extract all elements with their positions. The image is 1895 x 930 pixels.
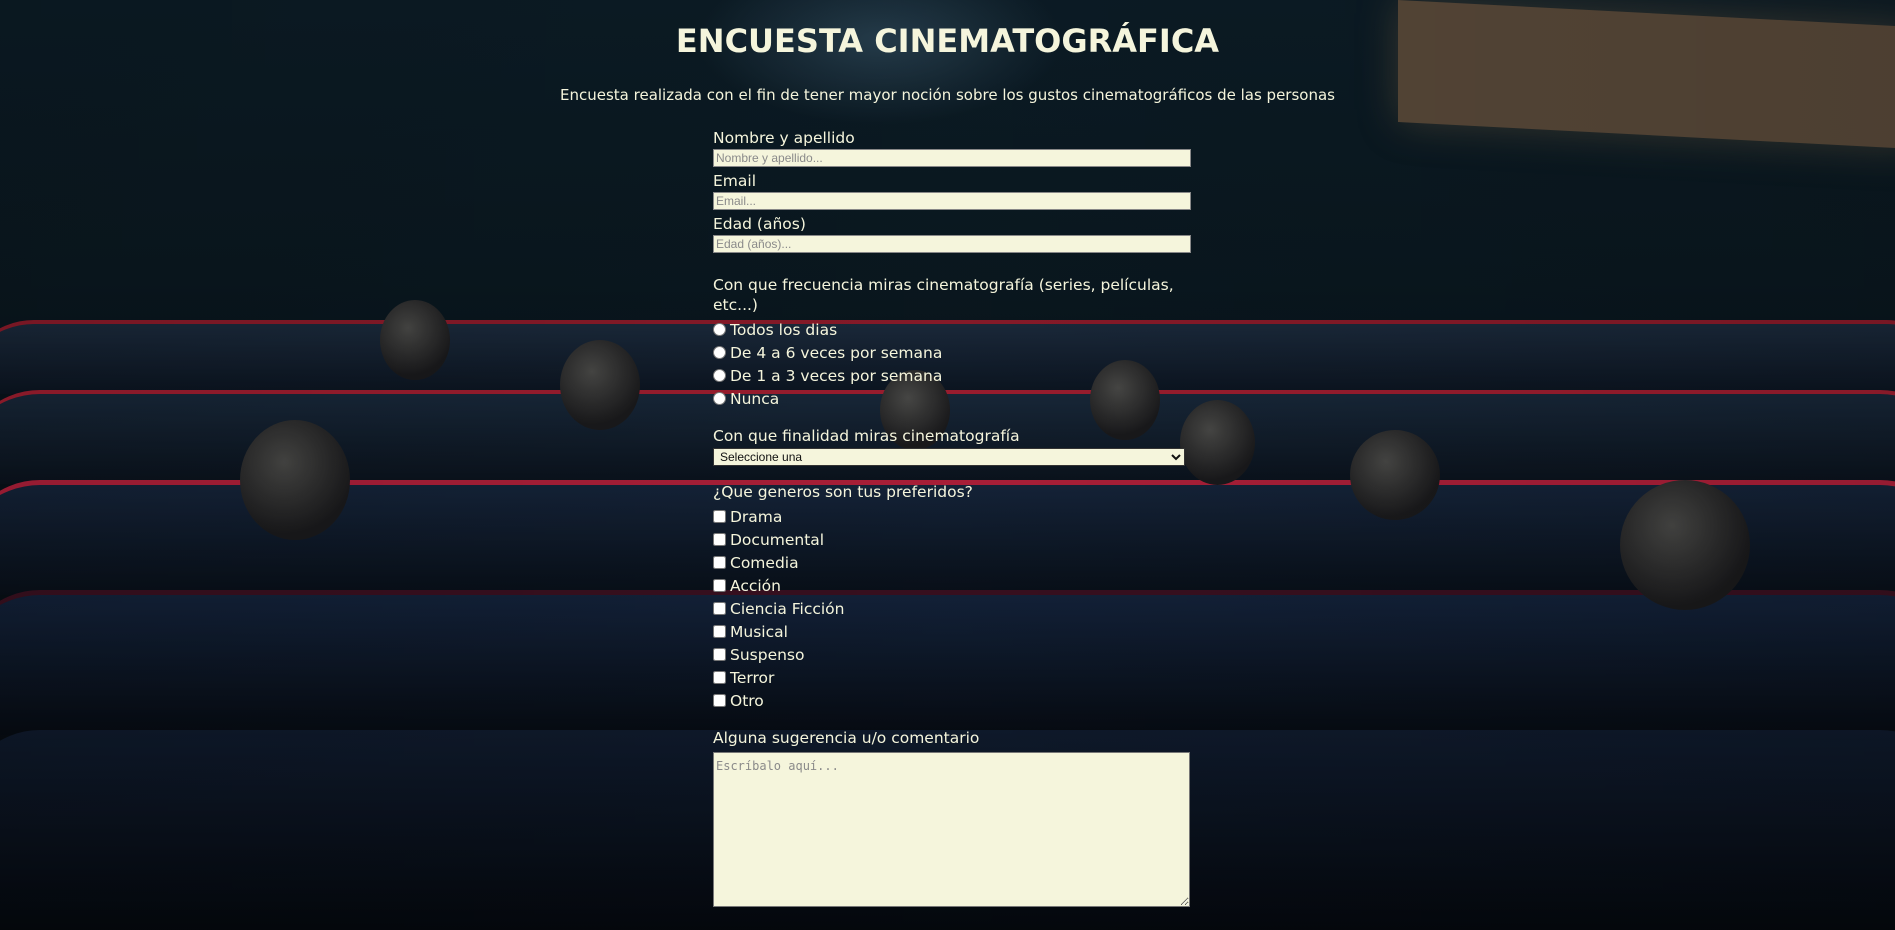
genre-checkbox[interactable] <box>713 671 726 684</box>
frequency-radio[interactable] <box>713 369 726 382</box>
genre-option-label: Terror <box>730 668 775 687</box>
genre-option[interactable]: Drama <box>713 505 1193 528</box>
comments-textarea[interactable] <box>713 752 1190 907</box>
frequency-option[interactable]: De 1 a 3 veces por semana <box>713 364 1193 387</box>
genre-checkbox[interactable] <box>713 556 726 569</box>
genre-checkbox[interactable] <box>713 510 726 523</box>
genre-option[interactable]: Comedia <box>713 551 1193 574</box>
genre-option-label: Documental <box>730 530 825 549</box>
frequency-option-label: Nunca <box>730 389 780 408</box>
genre-option[interactable]: Suspenso <box>713 643 1193 666</box>
genre-option-label: Otro <box>730 691 764 710</box>
genre-checkbox[interactable] <box>713 625 726 638</box>
frequency-option[interactable]: De 4 a 6 veces por semana <box>713 341 1193 364</box>
name-input[interactable] <box>713 149 1191 167</box>
frequency-option-label: Todos los dias <box>730 320 838 339</box>
frequency-option[interactable]: Todos los dias <box>713 318 1193 341</box>
genre-option-label: Drama <box>730 507 783 526</box>
email-label: Email <box>713 172 757 190</box>
genres-question: ¿Que generos son tus preferidos? <box>713 483 973 501</box>
name-label: Nombre y apellido <box>713 129 855 147</box>
genre-option[interactable]: Terror <box>713 666 1193 689</box>
purpose-select[interactable]: Seleccione una <box>713 448 1185 466</box>
genre-option[interactable]: Otro <box>713 689 1193 712</box>
genre-option[interactable]: Documental <box>713 528 1193 551</box>
genre-checkbox[interactable] <box>713 579 726 592</box>
frequency-question: Con que frecuencia miras cinematografía … <box>713 276 1174 314</box>
email-input[interactable] <box>713 192 1191 210</box>
genre-checkbox[interactable] <box>713 648 726 661</box>
age-input[interactable] <box>713 235 1191 253</box>
genre-option-label: Comedia <box>730 553 799 572</box>
genre-option[interactable]: Acción <box>713 574 1193 597</box>
frequency-radio[interactable] <box>713 346 726 359</box>
comments-label: Alguna sugerencia u/o comentario <box>713 729 980 747</box>
survey-form: Nombre y apellido Email Edad (años) Con … <box>713 128 1193 907</box>
purpose-question: Con que finalidad miras cinematografía <box>713 427 1020 445</box>
frequency-option-label: De 4 a 6 veces por semana <box>730 343 943 362</box>
genre-checkbox[interactable] <box>713 694 726 707</box>
genre-option-label: Musical <box>730 622 788 641</box>
frequency-option[interactable]: Nunca <box>713 387 1193 410</box>
page-description: Encuesta realizada con el fin de tener m… <box>560 86 1335 104</box>
genre-option[interactable]: Ciencia Ficción <box>713 597 1193 620</box>
age-label: Edad (años) <box>713 215 806 233</box>
frequency-radio[interactable] <box>713 392 726 405</box>
page-title: ENCUESTA CINEMATOGRÁFICA <box>675 22 1220 60</box>
frequency-option-label: De 1 a 3 veces por semana <box>730 366 943 385</box>
genre-option-label: Suspenso <box>730 645 805 664</box>
genre-checkbox[interactable] <box>713 533 726 546</box>
genre-checkbox[interactable] <box>713 602 726 615</box>
frequency-radio[interactable] <box>713 323 726 336</box>
genre-option-label: Ciencia Ficción <box>730 599 845 618</box>
genre-option-label: Acción <box>730 576 781 595</box>
genre-option[interactable]: Musical <box>713 620 1193 643</box>
